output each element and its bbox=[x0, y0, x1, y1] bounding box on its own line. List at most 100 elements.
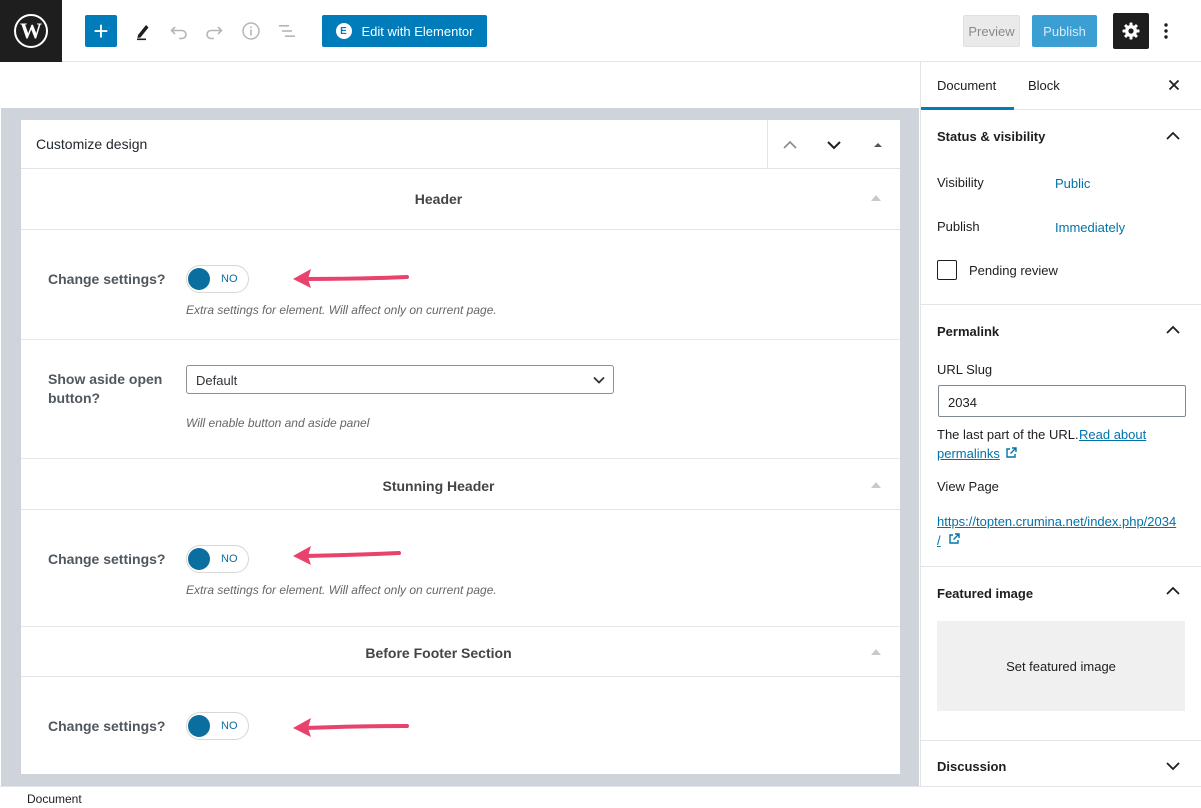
publish-date-toggle[interactable]: Immediately bbox=[1055, 220, 1125, 235]
move-down-button[interactable] bbox=[821, 132, 847, 158]
permalink-help-text: The last part of the URL. bbox=[937, 427, 1079, 442]
caret-up-icon[interactable] bbox=[871, 195, 881, 201]
change-settings-toggle[interactable]: NO bbox=[186, 545, 249, 573]
setting-label: Change settings? bbox=[48, 718, 166, 734]
read-about-link[interactable]: Read about bbox=[1079, 427, 1146, 442]
divider bbox=[767, 120, 768, 169]
section-header[interactable]: Before Footer Section bbox=[21, 627, 900, 677]
annotation-arrow bbox=[293, 269, 409, 288]
external-link-icon bbox=[1006, 447, 1017, 458]
chevron-down-icon bbox=[827, 141, 841, 150]
setting-label-line-1: Show aside open bbox=[48, 371, 163, 387]
toggle-label: NO bbox=[221, 553, 238, 565]
discussion-panel: Discussion bbox=[921, 741, 1201, 786]
view-page-link[interactable]: https://topten.crumina.net/index.php/203… bbox=[937, 514, 1176, 529]
details-button[interactable] bbox=[237, 15, 265, 47]
close-icon bbox=[1168, 79, 1180, 91]
toggle-panel-button[interactable] bbox=[865, 132, 891, 158]
elementor-icon: E bbox=[335, 23, 352, 39]
section-title: Stunning Header bbox=[382, 478, 495, 494]
change-settings-toggle[interactable]: NO bbox=[186, 265, 249, 293]
url-slug-input[interactable]: 2034 bbox=[938, 385, 1186, 417]
more-vertical-icon bbox=[1164, 23, 1168, 39]
chevron-down-icon bbox=[593, 376, 605, 384]
toggle-label: NO bbox=[221, 720, 238, 732]
panel-title: Customize design bbox=[36, 136, 148, 152]
caret-up-icon[interactable] bbox=[871, 649, 881, 655]
url-slug-value: 2034 bbox=[948, 395, 977, 410]
visibility-label: Visibility bbox=[937, 175, 984, 190]
setting-hint: Extra settings for element. Will affect … bbox=[186, 583, 497, 597]
panel-toggle-status[interactable]: Status & visibility bbox=[937, 129, 1045, 144]
more-options-button[interactable] bbox=[1155, 15, 1177, 47]
panel-header: Customize design bbox=[21, 120, 900, 169]
pencil-icon bbox=[137, 25, 149, 41]
undo-button[interactable] bbox=[165, 15, 193, 47]
redo-icon bbox=[206, 26, 223, 40]
select-value: Default bbox=[196, 373, 238, 388]
permalinks-link[interactable]: permalinks bbox=[937, 446, 1000, 461]
external-link-icon bbox=[949, 533, 960, 544]
edit-with-elementor-button[interactable]: E Edit with Elementor bbox=[322, 15, 487, 47]
redo-button[interactable] bbox=[200, 15, 228, 47]
settings-button[interactable] bbox=[1113, 13, 1149, 49]
breadcrumb-document[interactable]: Document bbox=[27, 792, 82, 806]
customize-design-panel: Customize design Header Change settings?… bbox=[21, 120, 900, 774]
featured-image-panel: Featured image Set featured image bbox=[921, 567, 1201, 741]
status-visibility-panel: Status & visibility Visibility Public Pu… bbox=[921, 110, 1201, 305]
panel-toggle-permalink[interactable]: Permalink bbox=[937, 324, 999, 339]
chevron-up-icon[interactable] bbox=[1165, 583, 1181, 599]
panel-toggle-discussion[interactable]: Discussion bbox=[937, 759, 1006, 774]
caret-up-icon bbox=[874, 143, 882, 147]
section-title: Header bbox=[414, 191, 463, 207]
elementor-button-label: Edit with Elementor bbox=[361, 23, 474, 39]
url-slug-label: URL Slug bbox=[937, 362, 993, 377]
setting-hint: Will enable button and aside panel bbox=[186, 416, 370, 430]
publish-button[interactable]: Publish bbox=[1032, 15, 1097, 47]
footer-change-settings-row: Change settings? NO bbox=[21, 677, 900, 774]
undo-icon bbox=[170, 26, 187, 40]
aside-button-select[interactable]: Default bbox=[186, 365, 614, 394]
view-page-label: View Page bbox=[937, 479, 999, 494]
annotation-arrow bbox=[293, 718, 409, 737]
move-up-button[interactable] bbox=[777, 132, 803, 158]
gear-icon bbox=[1122, 22, 1140, 40]
toggle-label: NO bbox=[221, 273, 238, 285]
visibility-toggle[interactable]: Public bbox=[1055, 176, 1090, 191]
setting-hint: Extra settings for element. Will affect … bbox=[186, 303, 497, 317]
toggle-knob bbox=[188, 268, 210, 290]
preview-button[interactable]: Preview bbox=[963, 15, 1020, 47]
top-toolbar: W + E Edit with Elementor Preview Publis… bbox=[0, 0, 1201, 62]
set-featured-image-button[interactable]: Set featured image bbox=[937, 621, 1185, 711]
wordpress-logo[interactable]: W bbox=[0, 0, 62, 62]
panel-toggle-featured-image[interactable]: Featured image bbox=[937, 586, 1033, 601]
tab-block[interactable]: Block bbox=[1028, 78, 1060, 93]
block-breadcrumb-bar: Document bbox=[0, 786, 1201, 808]
chevron-up-icon bbox=[783, 140, 797, 149]
edit-tools-button[interactable] bbox=[129, 15, 157, 47]
permalink-panel: Permalink URL Slug 2034 The last part of… bbox=[921, 305, 1201, 567]
section-header[interactable]: Header bbox=[21, 169, 900, 230]
list-view-icon bbox=[279, 25, 295, 37]
chevron-up-icon[interactable] bbox=[1165, 322, 1181, 338]
annotation-arrow bbox=[293, 546, 401, 565]
caret-up-icon[interactable] bbox=[871, 482, 881, 488]
tab-document[interactable]: Document bbox=[937, 78, 996, 93]
section-title: Before Footer Section bbox=[365, 645, 512, 661]
info-icon bbox=[242, 22, 260, 40]
pending-review-checkbox[interactable] bbox=[937, 260, 957, 280]
stunning-change-settings-row: Change settings? NO Extra settings for e… bbox=[21, 510, 900, 627]
chevron-up-icon[interactable] bbox=[1165, 128, 1181, 144]
setting-label: Change settings? bbox=[48, 551, 166, 567]
toggle-knob bbox=[188, 548, 210, 570]
outline-button[interactable] bbox=[273, 15, 301, 47]
aside-button-row: Show aside open button? Default Will ena… bbox=[21, 340, 900, 459]
section-header[interactable]: Stunning Header bbox=[21, 460, 900, 510]
add-block-button[interactable]: + bbox=[85, 15, 117, 47]
close-sidebar-button[interactable] bbox=[1164, 75, 1184, 95]
chevron-down-icon[interactable] bbox=[1165, 758, 1181, 774]
sidebar-tabs: Document Block bbox=[921, 62, 1201, 110]
change-settings-toggle[interactable]: NO bbox=[186, 712, 249, 740]
setting-label-line-2: button? bbox=[48, 390, 101, 406]
view-page-link-continued[interactable]: / bbox=[937, 533, 941, 548]
